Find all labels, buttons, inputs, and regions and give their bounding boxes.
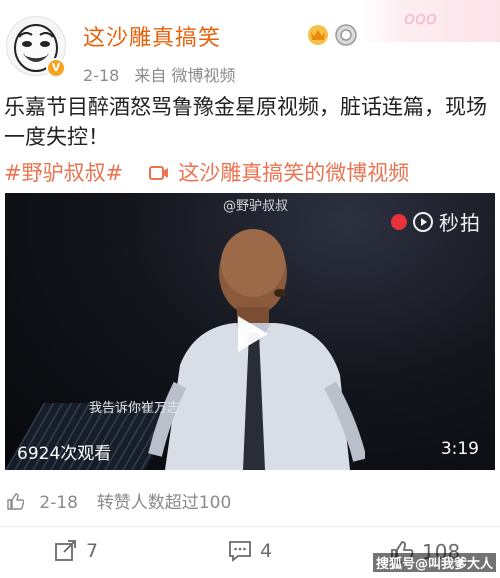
- repost-button[interactable]: 7: [54, 540, 98, 562]
- post-meta: 2-18 来自 微博视频: [83, 62, 236, 86]
- miaopai-logo-icon: [391, 213, 407, 230]
- comment-button[interactable]: 4: [228, 540, 272, 562]
- divider: [0, 526, 500, 527]
- miaopai-logo: 秒拍: [391, 207, 481, 236]
- medal-icon: [335, 24, 357, 46]
- author-name[interactable]: 这沙雕真搞笑: [83, 20, 221, 52]
- v-badge-icon: V: [46, 58, 66, 78]
- likes-text: 转赞人数超过100: [96, 493, 232, 513]
- miaopai-play-icon: [413, 211, 433, 232]
- repost-count: 7: [86, 540, 99, 562]
- likes-date: 2-18: [39, 493, 78, 513]
- thumb-up-icon: [6, 492, 25, 515]
- repost-icon: [55, 540, 76, 561]
- miaopai-brand: 秒拍: [439, 211, 481, 235]
- video-subtitle: 我告诉你崔万志: [89, 401, 181, 416]
- crown-icon: [308, 25, 328, 45]
- video-player[interactable]: @野驴叔叔 秒拍 我告诉你崔万志 6924次观看 3:19: [5, 193, 495, 470]
- post-text: 乐嘉节目醉酒怒骂鲁豫金星原视频，脏话连篇，现场一度失控！: [4, 95, 487, 149]
- video-duration: 3:19: [440, 439, 479, 459]
- topic-tag[interactable]: #野驴叔叔#: [4, 161, 123, 185]
- likes-summary: 2-18 转赞人数超过100: [6, 488, 231, 515]
- weibo-post: ooo V 这沙雕真搞笑 2-18 来自 微博视频 乐嘉节目醉酒怒骂鲁豫金星原视…: [0, 0, 500, 578]
- header-decoration-text: ooo: [404, 8, 438, 29]
- video-watermark: @野驴叔叔: [223, 199, 289, 214]
- post-source[interactable]: 来自 微博视频: [134, 66, 235, 85]
- video-link[interactable]: 这沙雕真搞笑的微博视频: [178, 161, 409, 185]
- comment-count: 4: [260, 540, 273, 562]
- post-date[interactable]: 2-18: [83, 66, 119, 85]
- post-tags: #野驴叔叔# 这沙雕真搞笑的微博视频: [4, 157, 409, 187]
- comment-icon: [229, 541, 251, 562]
- view-count: 6924次观看: [17, 444, 112, 464]
- play-icon[interactable]: [234, 314, 270, 354]
- video-link-icon: [148, 163, 169, 187]
- site-watermark: 搜狐号@叫我爹大人: [372, 553, 496, 572]
